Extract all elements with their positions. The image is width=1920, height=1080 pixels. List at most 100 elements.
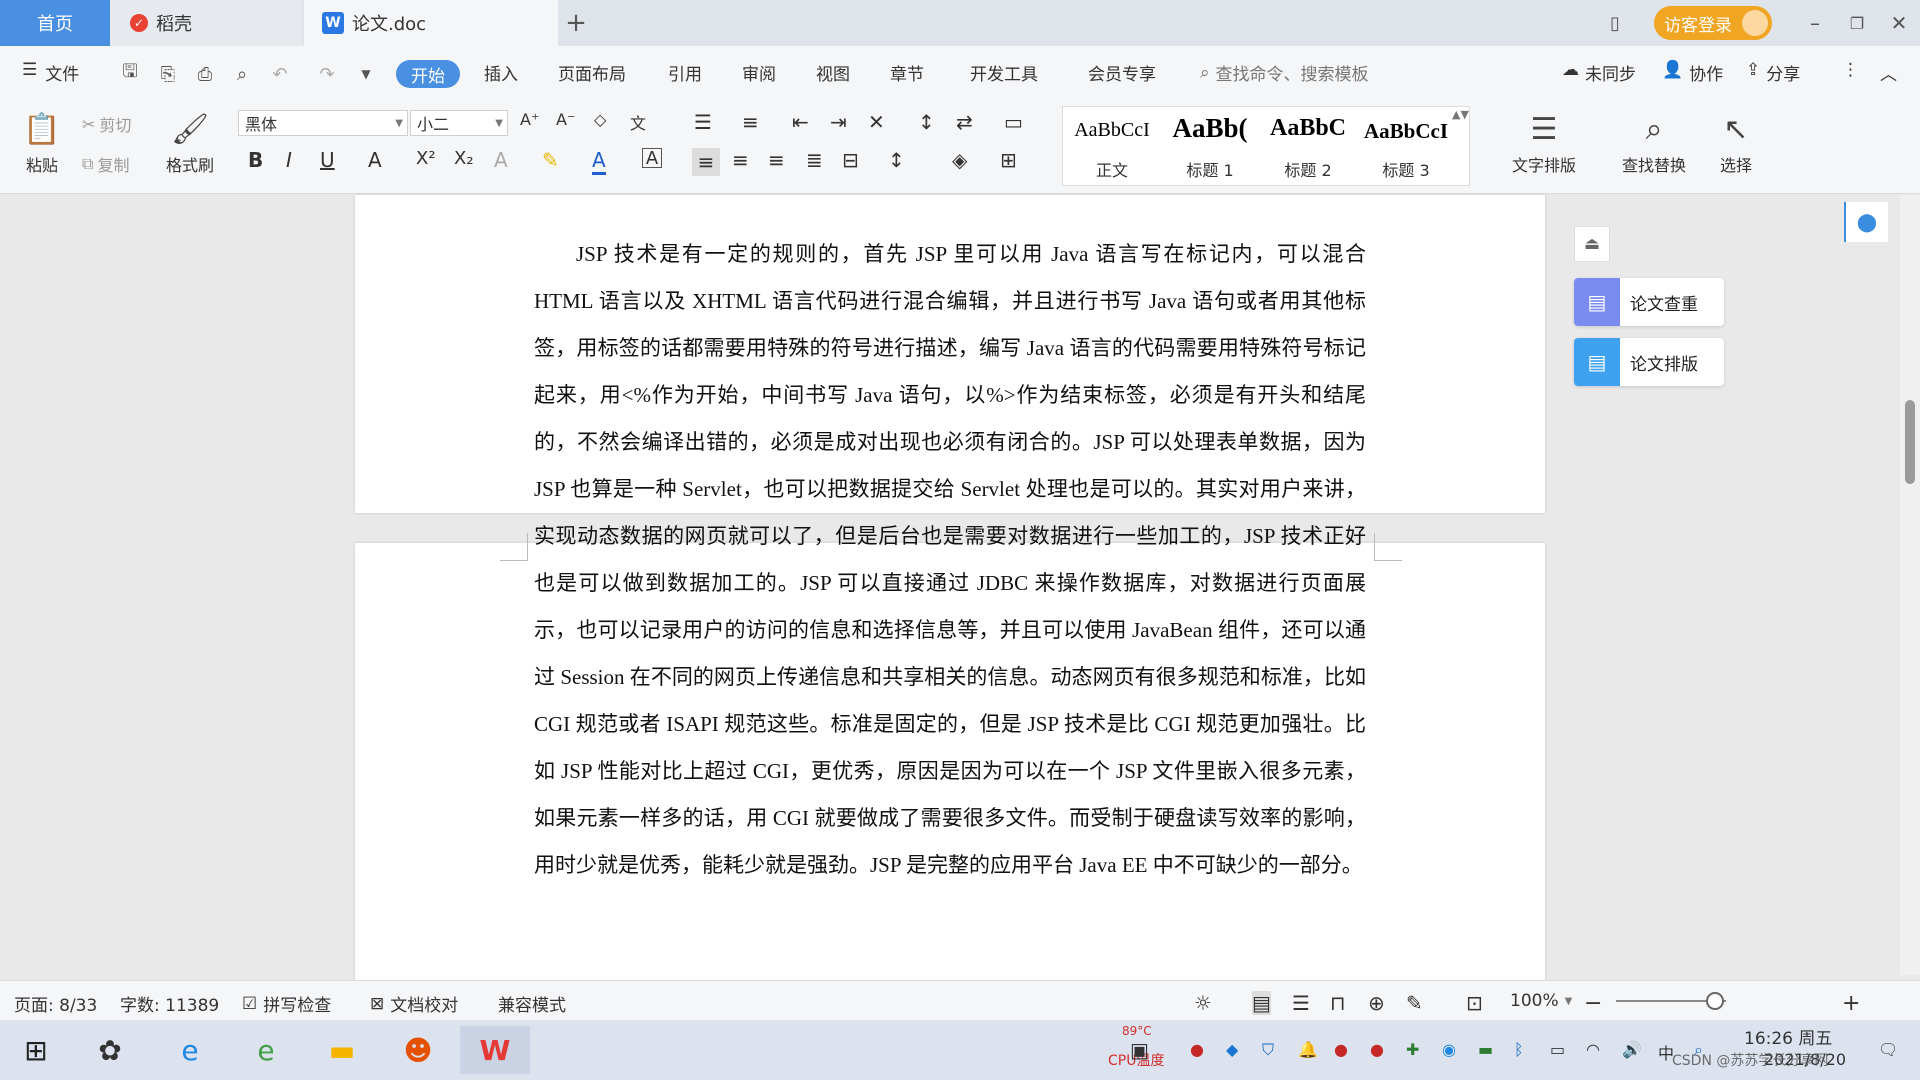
reading-view-icon[interactable]: ⊓: [1330, 991, 1346, 1015]
qq-icon[interactable]: ●: [1370, 1040, 1384, 1059]
collapse-ribbon-icon[interactable]: ︿: [1880, 60, 1897, 85]
document-paragraph[interactable]: JSP 技术是有一定的规则的，首先 JSP 里可以用 Java 语言写在标记内，…: [534, 231, 1366, 889]
web-view-icon[interactable]: ⊕: [1368, 991, 1385, 1015]
distribute-icon[interactable]: ⊟: [842, 148, 859, 172]
zoom-out-icon[interactable]: −: [1584, 991, 1602, 1016]
align-left-icon[interactable]: ≡: [692, 148, 720, 176]
more-icon[interactable]: ⋮: [1842, 60, 1859, 80]
sync-button[interactable]: ☁ 未同步: [1562, 60, 1636, 85]
word-count[interactable]: 字数: 11389: [120, 991, 219, 1016]
assistant-icon[interactable]: ✿: [80, 1026, 140, 1074]
sort-icon[interactable]: ↕: [918, 110, 935, 134]
copy-button[interactable]: ⧉ 复制: [82, 152, 129, 176]
menu-view[interactable]: 视图: [816, 60, 850, 85]
menu-chapter[interactable]: 章节: [890, 60, 924, 85]
borders-icon[interactable]: ⊞: [1000, 148, 1017, 172]
volume-icon[interactable]: 🔊: [1622, 1040, 1642, 1059]
export-icon[interactable]: ⎘: [156, 62, 180, 86]
menu-home-active[interactable]: 开始: [396, 60, 460, 88]
page-layout-icon[interactable]: ▯: [1600, 8, 1630, 38]
eye-protect-icon[interactable]: ☼: [1194, 991, 1212, 1015]
subscript-icon[interactable]: X₂: [454, 148, 474, 169]
battery-icon[interactable]: ▭: [1550, 1040, 1565, 1059]
superscript-icon[interactable]: X²: [416, 148, 436, 169]
collab-button[interactable]: 👤 协作: [1662, 60, 1723, 85]
styles-scroll-icon[interactable]: ▲▼: [1452, 108, 1469, 121]
bluetooth-icon[interactable]: ᛒ: [1514, 1040, 1524, 1059]
select-button[interactable]: ↖ 选择: [1696, 108, 1776, 188]
char-border-icon[interactable]: A: [642, 148, 662, 169]
style-heading-2[interactable]: AaBbC 标题 2: [1259, 107, 1357, 187]
notification-icon[interactable]: 🗨: [1878, 1040, 1898, 1059]
wps-taskbar-icon[interactable]: W: [460, 1026, 530, 1074]
redo-icon[interactable]: ↷: [315, 62, 339, 86]
monitor-icon[interactable]: ▣: [1130, 1038, 1149, 1062]
location-pin-icon[interactable]: ⬤: [1844, 202, 1888, 242]
browser-360-icon[interactable]: e: [236, 1026, 296, 1074]
print-preview-icon[interactable]: ⌕: [230, 62, 254, 86]
menu-file[interactable]: ☰ 文件: [22, 60, 79, 85]
text-effect-icon[interactable]: A: [494, 148, 508, 172]
save-icon[interactable]: 🖫: [118, 61, 142, 86]
share-button[interactable]: ⇪ 分享: [1746, 60, 1800, 85]
close-icon[interactable]: ✕: [1884, 8, 1914, 38]
clear-format-icon[interactable]: ◇: [594, 110, 606, 129]
style-normal[interactable]: AaBbCcI 正文: [1063, 107, 1161, 187]
bold-icon[interactable]: B: [248, 148, 263, 172]
tab-home[interactable]: 首页: [0, 0, 110, 46]
format-painter-button[interactable]: 🖌 格式刷: [150, 108, 230, 188]
page-view-icon[interactable]: ▤: [1252, 991, 1271, 1015]
paste-button[interactable]: 📋 粘贴: [0, 108, 84, 188]
tray-app-icon[interactable]: ◆: [1226, 1040, 1238, 1059]
write-mode-icon[interactable]: ✎: [1406, 991, 1423, 1015]
numbering-icon[interactable]: ≡: [742, 110, 759, 134]
file-explorer-icon[interactable]: ▬: [312, 1026, 372, 1074]
tray-app-icon[interactable]: ✚: [1406, 1040, 1419, 1059]
clock-time[interactable]: 16:26 周五: [1744, 1024, 1832, 1049]
font-name-select[interactable]: 黑体 ▼: [238, 110, 408, 136]
ruler-icon[interactable]: ▭: [1004, 110, 1023, 134]
italic-icon[interactable]: I: [286, 148, 292, 172]
gpu-icon[interactable]: ▬: [1478, 1040, 1493, 1059]
collapse-panel-icon[interactable]: ⏏: [1574, 226, 1610, 262]
menu-references[interactable]: 引用: [668, 60, 702, 85]
zoom-select[interactable]: 100% ▼: [1510, 991, 1572, 1011]
align-center-icon[interactable]: ≡: [732, 148, 749, 172]
decrease-indent-icon[interactable]: ⇤: [792, 110, 809, 134]
qq-icon[interactable]: ●: [1334, 1040, 1348, 1059]
windows-start-icon[interactable]: ⊞: [6, 1026, 66, 1074]
outline-view-icon[interactable]: ☰: [1292, 991, 1310, 1015]
menu-page-layout[interactable]: 页面布局: [558, 60, 626, 85]
style-heading-3[interactable]: AaBbCcI 标题 3: [1357, 107, 1455, 187]
highlight-icon[interactable]: ✎: [542, 148, 559, 172]
justify-icon[interactable]: ≣: [806, 148, 823, 172]
print-icon[interactable]: ⎙: [193, 62, 217, 86]
shield-icon[interactable]: ⛉: [1262, 1040, 1274, 1060]
paper-check-button[interactable]: ▤ 论文查重: [1574, 278, 1724, 326]
page-count[interactable]: 页面: 8/33: [14, 991, 97, 1016]
menu-review[interactable]: 审阅: [742, 60, 776, 85]
grow-font-icon[interactable]: A⁺: [520, 110, 539, 129]
tab-daoke[interactable]: ✓ 稻壳: [110, 0, 302, 46]
line-spacing-icon[interactable]: ↕: [888, 148, 905, 172]
doc-proof-button[interactable]: ⊠ 文档校对: [370, 991, 458, 1017]
undo-icon[interactable]: ↶: [268, 62, 292, 86]
shading-icon[interactable]: ◈: [952, 148, 967, 172]
spell-check-button[interactable]: ☑ 拼写检查: [242, 991, 331, 1017]
text-layout-button[interactable]: ☰ 文字排版: [1494, 108, 1594, 188]
find-replace-button[interactable]: ⌕ 查找替换: [1604, 108, 1704, 188]
menu-insert[interactable]: 插入: [484, 60, 518, 85]
minimize-icon[interactable]: –: [1800, 8, 1830, 38]
style-heading-1[interactable]: AaBb( 标题 1: [1161, 107, 1259, 187]
tray-app-icon[interactable]: ◉: [1442, 1040, 1456, 1059]
tab-document[interactable]: W 论文.doc: [304, 0, 558, 46]
wifi-icon[interactable]: ◠: [1586, 1040, 1600, 1059]
font-size-select[interactable]: 小二 ▼: [410, 110, 508, 136]
vertical-scrollbar[interactable]: [1900, 195, 1920, 975]
bell-icon[interactable]: 🔔: [1298, 1040, 1318, 1059]
chinese-layout-icon[interactable]: ✕: [868, 110, 885, 134]
menu-member[interactable]: 会员专享: [1088, 60, 1156, 85]
text-direction-icon[interactable]: ⇄: [956, 110, 973, 134]
fit-page-icon[interactable]: ⊡: [1466, 991, 1483, 1015]
increase-indent-icon[interactable]: ⇥: [830, 110, 847, 134]
